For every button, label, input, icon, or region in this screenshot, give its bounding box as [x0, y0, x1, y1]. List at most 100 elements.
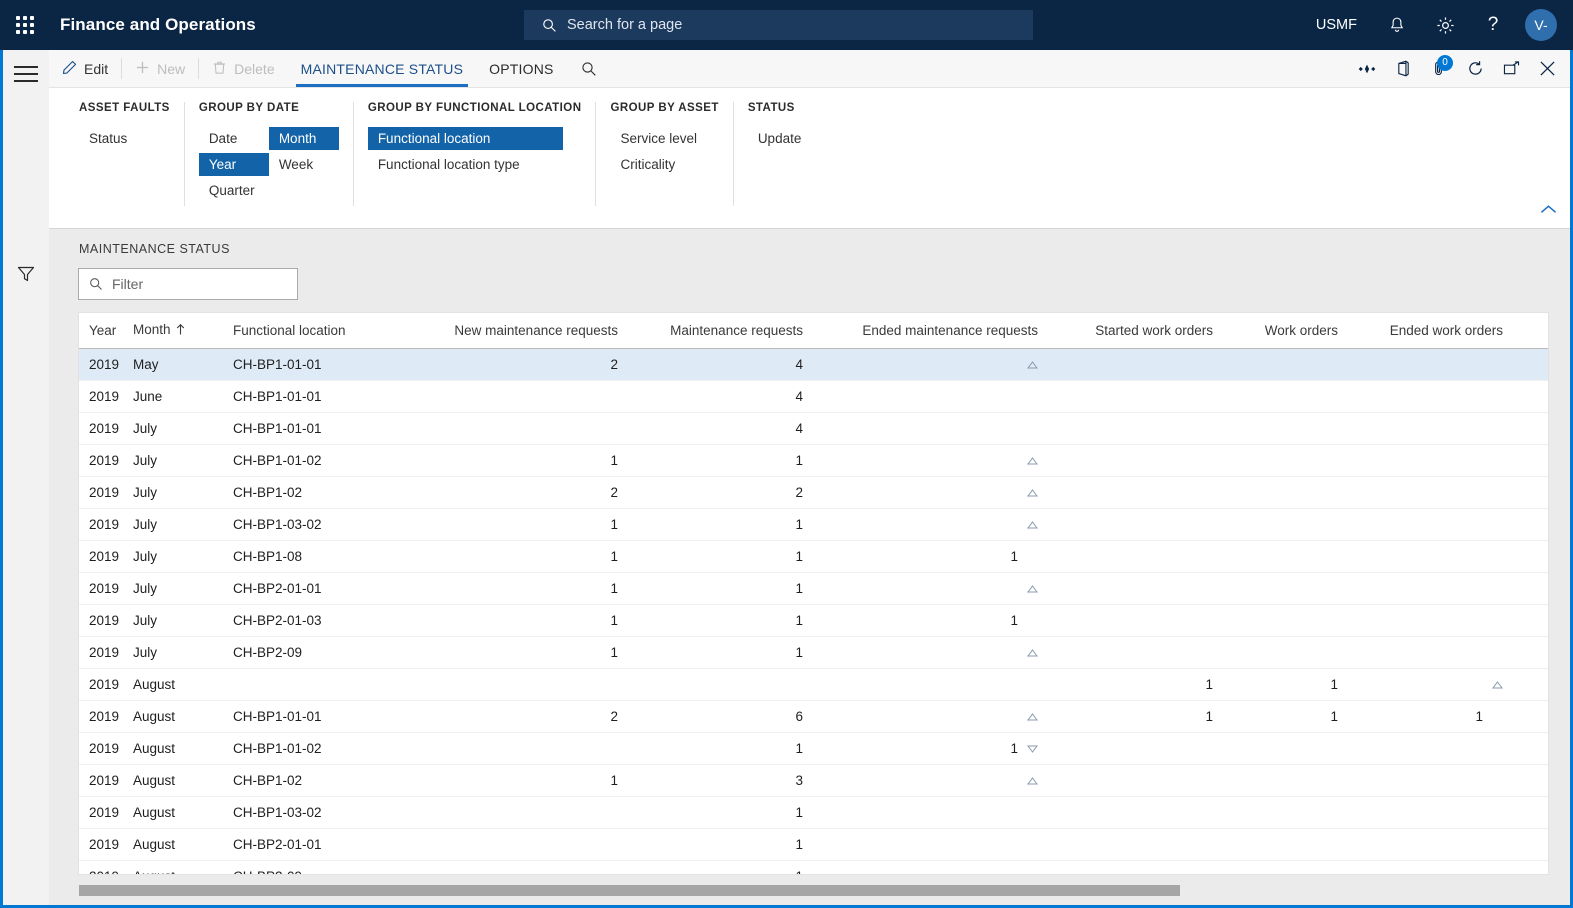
cell-ended-maintenance-requests[interactable]	[813, 348, 1048, 381]
column-header-functional-location[interactable]: Functional location	[223, 313, 403, 349]
cell-started-work-orders[interactable]	[1048, 508, 1223, 541]
cell-ended-maintenance-requests[interactable]	[813, 412, 1048, 445]
cell-month[interactable]: May	[123, 348, 223, 381]
chevron-up-icon[interactable]	[1540, 202, 1557, 220]
cell-new-maintenance-requests[interactable]	[403, 860, 628, 874]
cell-new-stops[interactable]: 1	[1513, 412, 1548, 445]
cell-new-maintenance-requests[interactable]	[403, 668, 628, 701]
delete-button[interactable]: Delete	[199, 50, 287, 87]
cell-new-maintenance-requests[interactable]: 2	[403, 348, 628, 381]
cell-ended-maintenance-requests[interactable]	[813, 380, 1048, 413]
cell-work-orders[interactable]	[1223, 348, 1348, 381]
table-row[interactable]: 2019 May CH-BP1-01-01 2 4	[79, 348, 1548, 381]
column-header-maintenance-requests[interactable]: Maintenance requests	[628, 313, 813, 349]
cell-started-work-orders[interactable]	[1048, 540, 1223, 573]
cell-new-stops[interactable]	[1513, 508, 1548, 541]
cell-work-orders[interactable]	[1223, 508, 1348, 541]
cell-maintenance-requests[interactable]: 4	[628, 348, 813, 381]
cell-new-stops[interactable]	[1513, 668, 1548, 701]
cell-work-orders[interactable]: 1	[1223, 700, 1348, 733]
cell-new-maintenance-requests[interactable]: 2	[403, 476, 628, 509]
cell-maintenance-requests[interactable]	[628, 668, 813, 701]
group-option-month[interactable]: Month	[268, 127, 339, 150]
cell-new-maintenance-requests[interactable]: 1	[403, 604, 628, 637]
cell-maintenance-requests[interactable]: 1	[628, 636, 813, 669]
group-option-functional-location[interactable]: Functional location	[367, 127, 563, 150]
cell-started-work-orders[interactable]	[1048, 572, 1223, 605]
cell-ended-work-orders[interactable]	[1348, 572, 1513, 605]
refresh-icon[interactable]	[1457, 50, 1493, 88]
group-option-status[interactable]: Status	[79, 127, 149, 150]
cell-ended-work-orders[interactable]	[1348, 412, 1513, 445]
filter-input[interactable]: Filter	[78, 268, 298, 300]
cell-work-orders[interactable]	[1223, 412, 1348, 445]
cell-work-orders[interactable]	[1223, 540, 1348, 573]
table-row[interactable]: 2019 August 1 1	[79, 668, 1548, 701]
cell-work-orders[interactable]	[1223, 860, 1348, 874]
table-row[interactable]: 2019 August CH-BP1-01-01 2 6 1 1 1	[79, 700, 1548, 733]
cell-started-work-orders[interactable]	[1048, 732, 1223, 765]
cell-new-stops[interactable]	[1513, 540, 1548, 573]
cell-year[interactable]: 2019	[79, 700, 123, 733]
cell-functional-location[interactable]	[223, 668, 403, 701]
cell-new-stops[interactable]	[1513, 476, 1548, 509]
cell-new-maintenance-requests[interactable]: 2	[403, 700, 628, 733]
cell-ended-work-orders[interactable]	[1348, 796, 1513, 829]
cell-new-maintenance-requests[interactable]	[403, 412, 628, 445]
table-row[interactable]: 2019 July CH-BP2-01-01 1 1	[79, 572, 1548, 605]
hamburger-menu-icon[interactable]	[14, 62, 40, 86]
cell-started-work-orders[interactable]	[1048, 796, 1223, 829]
cell-month[interactable]: July	[123, 540, 223, 573]
cell-functional-location[interactable]: CH-BP1-01-01	[223, 412, 403, 445]
cell-maintenance-requests[interactable]: 1	[628, 732, 813, 765]
global-search-input[interactable]: Search for a page	[524, 10, 1033, 40]
cell-year[interactable]: 2019	[79, 668, 123, 701]
table-row[interactable]: 2019 July CH-BP1-03-02 1 1	[79, 508, 1548, 541]
cell-year[interactable]: 2019	[79, 796, 123, 829]
cell-ended-maintenance-requests[interactable]	[813, 444, 1048, 477]
cell-month[interactable]: July	[123, 412, 223, 445]
table-row[interactable]: 2019 August CH-BP1-01-02 1 1	[79, 732, 1548, 765]
cell-ended-work-orders[interactable]	[1348, 540, 1513, 573]
cell-new-stops[interactable]	[1513, 700, 1548, 733]
cell-functional-location[interactable]: CH-BP1-02	[223, 476, 403, 509]
cell-functional-location[interactable]: CH-BP2-01-03	[223, 604, 403, 637]
cell-ended-work-orders[interactable]	[1348, 732, 1513, 765]
cell-started-work-orders[interactable]	[1048, 348, 1223, 381]
cell-ended-maintenance-requests[interactable]	[813, 860, 1048, 874]
cell-maintenance-requests[interactable]: 1	[628, 604, 813, 637]
cell-month[interactable]: August	[123, 764, 223, 797]
cell-month[interactable]: June	[123, 380, 223, 413]
cell-functional-location[interactable]: CH-BP2-01-01	[223, 828, 403, 861]
cell-started-work-orders[interactable]	[1048, 444, 1223, 477]
cell-month[interactable]: August	[123, 796, 223, 829]
cell-month[interactable]: August	[123, 828, 223, 861]
group-option-functional-location-type[interactable]: Functional location type	[368, 153, 563, 176]
cell-month[interactable]: July	[123, 636, 223, 669]
cell-year[interactable]: 2019	[79, 508, 123, 541]
cell-new-stops[interactable]	[1513, 796, 1548, 829]
cell-ended-work-orders[interactable]	[1348, 764, 1513, 797]
cell-functional-location[interactable]: CH-BP1-01-01	[223, 348, 403, 381]
table-row[interactable]: 2019 July CH-BP2-01-03 1 1 1	[79, 604, 1548, 637]
company-selector[interactable]: USMF	[1302, 17, 1371, 33]
cell-functional-location[interactable]: CH-BP1-08	[223, 540, 403, 573]
cell-ended-work-orders[interactable]	[1348, 508, 1513, 541]
cell-month[interactable]: July	[123, 572, 223, 605]
cell-maintenance-requests[interactable]: 1	[628, 572, 813, 605]
cell-functional-location[interactable]: CH-BP2-01-01	[223, 572, 403, 605]
cell-started-work-orders[interactable]	[1048, 860, 1223, 874]
cell-new-stops[interactable]	[1513, 348, 1548, 381]
horizontal-scrollbar-thumb[interactable]	[79, 885, 1180, 896]
cell-year[interactable]: 2019	[79, 444, 123, 477]
cell-ended-work-orders[interactable]	[1348, 604, 1513, 637]
question-mark-icon[interactable]: ?	[1471, 0, 1515, 50]
funnel-filter-icon[interactable]	[17, 265, 35, 288]
cell-new-maintenance-requests[interactable]	[403, 380, 628, 413]
tab-maintenance-status[interactable]: MAINTENANCE STATUS	[288, 50, 477, 87]
cell-year[interactable]: 2019	[79, 572, 123, 605]
cell-year[interactable]: 2019	[79, 732, 123, 765]
cell-work-orders[interactable]	[1223, 444, 1348, 477]
table-row[interactable]: 2019 July CH-BP1-01-02 1 1	[79, 444, 1548, 477]
cell-year[interactable]: 2019	[79, 476, 123, 509]
